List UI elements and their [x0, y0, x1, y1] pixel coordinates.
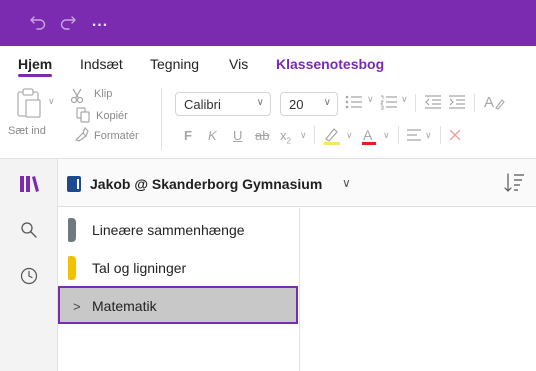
more-options-button[interactable]: ... [90, 10, 110, 34]
section-label: Tal og ligninger [92, 260, 187, 276]
ribbon-divider [161, 88, 162, 150]
copy-button[interactable]: Kopiér [96, 110, 128, 122]
cut-button[interactable]: Klip [94, 88, 112, 100]
svg-text:A: A [363, 127, 373, 143]
notebooks-icon[interactable] [18, 173, 40, 195]
increase-indent-icon[interactable] [448, 94, 466, 115]
format-painter-icon[interactable] [74, 126, 90, 147]
search-icon[interactable] [20, 221, 38, 239]
ribbon-tabs: Hjem Indsæt Tegning Vis Klassenotesbog [0, 46, 536, 82]
paste-icon[interactable] [12, 86, 46, 125]
chevron-down-icon[interactable]: ∨ [367, 94, 374, 105]
bold-button[interactable]: F [184, 128, 192, 143]
undo-icon[interactable] [28, 10, 48, 34]
subscript-button[interactable]: x2 [280, 128, 291, 146]
redo-icon[interactable] [58, 10, 78, 34]
title-bar: ... [0, 0, 536, 46]
scissors-icon[interactable] [70, 88, 84, 109]
section-color-tab [68, 218, 76, 242]
chevron-down-icon: ∨ [323, 97, 331, 108]
font-name-value: Calibri [184, 97, 221, 112]
chevron-down-icon: ∨ [256, 97, 264, 108]
page-list [301, 208, 536, 371]
chevron-right-icon[interactable]: > [73, 299, 81, 314]
section-group-item[interactable]: > Matematik [58, 286, 298, 324]
svg-text:A: A [484, 94, 494, 111]
chevron-down-icon[interactable]: ∨ [425, 130, 432, 141]
recent-icon[interactable] [20, 267, 38, 285]
numbered-list-icon[interactable] [380, 94, 398, 115]
copy-icon[interactable] [76, 107, 90, 128]
subscript-mark: 2 [286, 136, 291, 146]
font-size-value: 20 [289, 97, 304, 112]
tab-tegning[interactable]: Tegning [150, 56, 199, 72]
ribbon-divider [474, 94, 475, 112]
tab-hjem[interactable]: Hjem [18, 56, 52, 72]
delete-icon[interactable] [448, 128, 462, 147]
tab-vis[interactable]: Vis [229, 56, 248, 72]
ribbon-divider [314, 126, 315, 144]
chevron-down-icon[interactable]: ∨ [300, 130, 307, 141]
ribbon-toolbar: ∨ Sæt ind Klip Kopiér Formatér Calibri ∨… [0, 82, 536, 160]
align-icon[interactable] [406, 128, 422, 147]
underline-button[interactable]: U [233, 128, 242, 143]
ribbon-divider [398, 126, 399, 144]
navigation-rail [0, 159, 58, 371]
sort-icon[interactable] [504, 171, 526, 195]
section-color-tab [68, 256, 76, 280]
chevron-down-icon[interactable]: ∨ [383, 130, 390, 141]
section-list: Lineære sammenhænge Tal og ligninger > M… [58, 208, 300, 371]
notebook-header[interactable]: Jakob @ Skanderborg Gymnasium ∨ [58, 159, 536, 207]
strikethrough-button[interactable]: ab [255, 128, 269, 143]
section-item[interactable]: Lineære sammenhænge [58, 210, 300, 248]
notebook-title[interactable]: Jakob @ Skanderborg Gymnasium [90, 176, 322, 192]
italic-button[interactable]: K [208, 128, 217, 143]
font-size-dropdown[interactable]: 20 ∨ [280, 92, 338, 116]
format-painter-button[interactable]: Formatér [94, 130, 139, 142]
paste-button-label[interactable]: Sæt ind [8, 125, 46, 137]
chevron-down-icon[interactable]: ∨ [401, 94, 408, 105]
tab-klassenotesbog[interactable]: Klassenotesbog [276, 56, 384, 72]
active-tab-indicator [18, 74, 52, 77]
section-item[interactable]: Tal og ligninger [58, 248, 300, 286]
paste-chevron-icon[interactable]: ∨ [48, 96, 55, 107]
font-color-icon[interactable]: A [360, 126, 378, 151]
clear-formatting-icon[interactable]: A [483, 92, 505, 117]
notebook-icon [67, 176, 81, 192]
chevron-down-icon[interactable]: ∨ [342, 176, 351, 190]
ribbon-divider [415, 94, 416, 112]
decrease-indent-icon[interactable] [424, 94, 442, 115]
section-label: Lineære sammenhænge [92, 222, 245, 238]
ribbon-divider [440, 126, 441, 144]
font-name-dropdown[interactable]: Calibri ∨ [175, 92, 271, 116]
chevron-down-icon[interactable]: ∨ [346, 130, 353, 141]
tab-indsaet[interactable]: Indsæt [80, 56, 123, 72]
highlighter-icon[interactable] [322, 126, 342, 151]
bullet-list-icon[interactable] [345, 94, 363, 115]
section-group-label: Matematik [92, 298, 157, 314]
